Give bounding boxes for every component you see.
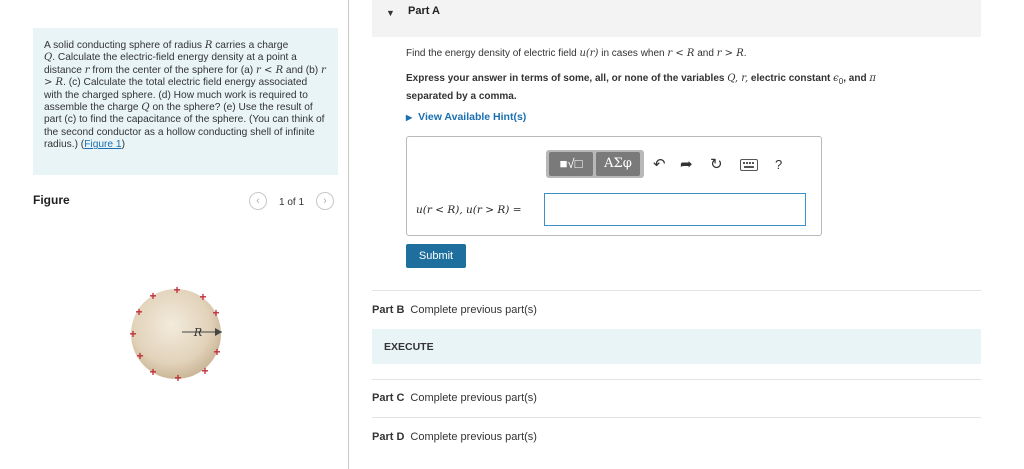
format-text: electric constant: [748, 73, 834, 84]
part-a-header[interactable]: ▼ Part A: [372, 0, 981, 37]
charge-plus: +: [149, 365, 156, 379]
charge-plus: +: [213, 345, 220, 359]
caret-down-icon: ▼: [386, 8, 395, 18]
figure-header: Figure ‹ 1 of 1 ›: [33, 190, 338, 214]
problem-statement: A solid conducting sphere of radius R ca…: [33, 28, 338, 175]
part-b-title: Part B: [372, 304, 405, 316]
var-Q: Q: [141, 102, 150, 114]
part-a-title: Part A: [408, 5, 440, 17]
problem-text: A solid conducting sphere of radius: [44, 40, 205, 51]
keyboard-icon[interactable]: [740, 158, 758, 176]
var-u-of-r: u(r): [579, 48, 599, 59]
view-hints-toggle[interactable]: ▶ View Available Hint(s): [406, 111, 526, 123]
condition-inside: r < R: [667, 48, 695, 59]
answer-input[interactable]: [544, 193, 806, 226]
charge-plus: +: [149, 289, 156, 303]
answer-label: u(r < R), u(r > R) =: [416, 204, 522, 216]
submit-button[interactable]: Submit: [406, 244, 466, 268]
problem-text: from the center of the sphere for (a): [89, 64, 257, 76]
chevron-left-icon[interactable]: ‹: [249, 192, 267, 210]
format-text: Express your answer in terms of some, al…: [406, 73, 728, 84]
part-c-status: Complete previous part(s): [410, 392, 537, 404]
divider: [372, 379, 981, 380]
charge-plus: +: [135, 305, 142, 319]
instruction-text: .: [743, 48, 747, 59]
part-d-row[interactable]: Part D Complete previous part(s): [372, 431, 537, 443]
format-text: separated by a comma.: [406, 91, 517, 102]
condition-outside: r > R: [716, 48, 744, 59]
help-button[interactable]: ?: [775, 156, 782, 174]
figure-link[interactable]: Figure 1: [84, 139, 121, 150]
charged-sphere-diagram: R + + + + + + + + + + +: [129, 283, 222, 385]
charge-plus: +: [212, 306, 219, 320]
charge-plus: +: [173, 283, 180, 297]
format-vars: Q, r,: [727, 73, 749, 84]
right-panel: ▼ Part A Find the energy density of elec…: [350, 0, 1024, 469]
format-text: , and: [843, 73, 870, 84]
problem-text: carries a charge: [212, 40, 289, 51]
figure-pager: 1 of 1: [279, 197, 305, 208]
greek-symbols-button[interactable]: ΑΣφ: [596, 152, 640, 176]
template-button-group: ■√□ ΑΣφ: [546, 150, 644, 178]
var-pi: π: [869, 73, 876, 84]
instruction-text: and: [694, 48, 717, 59]
part-d-title: Part D: [372, 431, 405, 443]
part-b-row[interactable]: Part B Complete previous part(s): [372, 304, 537, 316]
instruction-text: Find the energy density of electric fiel…: [406, 48, 580, 59]
hint-label: View Available Hint(s): [418, 111, 527, 123]
charge-plus: +: [129, 327, 136, 341]
var-Q: Q: [44, 52, 53, 64]
divider: [372, 417, 981, 418]
undo-icon[interactable]: ↶: [653, 156, 666, 174]
problem-text: and (b): [283, 64, 322, 76]
answer-box: ■√□ ΑΣφ ↶ ➦ ↻ ? u(r < R), u(r > R) =: [406, 136, 822, 236]
charge-plus: +: [199, 290, 206, 304]
caret-right-icon: ▶: [406, 113, 413, 122]
figure-title: Figure: [33, 193, 70, 207]
part-c-row[interactable]: Part C Complete previous part(s): [372, 392, 537, 404]
charge-plus: +: [136, 349, 143, 363]
chevron-right-icon[interactable]: ›: [316, 192, 334, 210]
part-a-instruction: Find the energy density of electric fiel…: [406, 48, 747, 59]
condition-inside: r < R: [256, 64, 284, 76]
execute-bar: EXECUTE: [372, 329, 981, 364]
templates-button[interactable]: ■√□: [549, 152, 593, 176]
part-c-title: Part C: [372, 392, 405, 404]
math-toolbar: ■√□ ΑΣφ ↶ ➦ ↻ ?: [546, 147, 816, 182]
execute-label: EXECUTE: [384, 341, 434, 353]
redo-icon[interactable]: ➦: [680, 156, 693, 174]
charge-plus: +: [201, 364, 208, 378]
sphere-figure: R + + + + + + + + + + +: [128, 282, 248, 397]
charge-plus: +: [174, 371, 181, 385]
instruction-text: in cases when: [598, 48, 668, 59]
divider: [372, 290, 981, 291]
answer-format-instruction: Express your answer in terms of some, al…: [406, 71, 966, 104]
left-panel: A solid conducting sphere of radius R ca…: [0, 0, 349, 469]
radius-label: R: [193, 326, 202, 339]
part-b-status: Complete previous part(s): [410, 304, 537, 316]
problem-text: ): [121, 139, 125, 151]
part-d-status: Complete previous part(s): [410, 431, 537, 443]
reset-icon[interactable]: ↻: [710, 156, 723, 174]
